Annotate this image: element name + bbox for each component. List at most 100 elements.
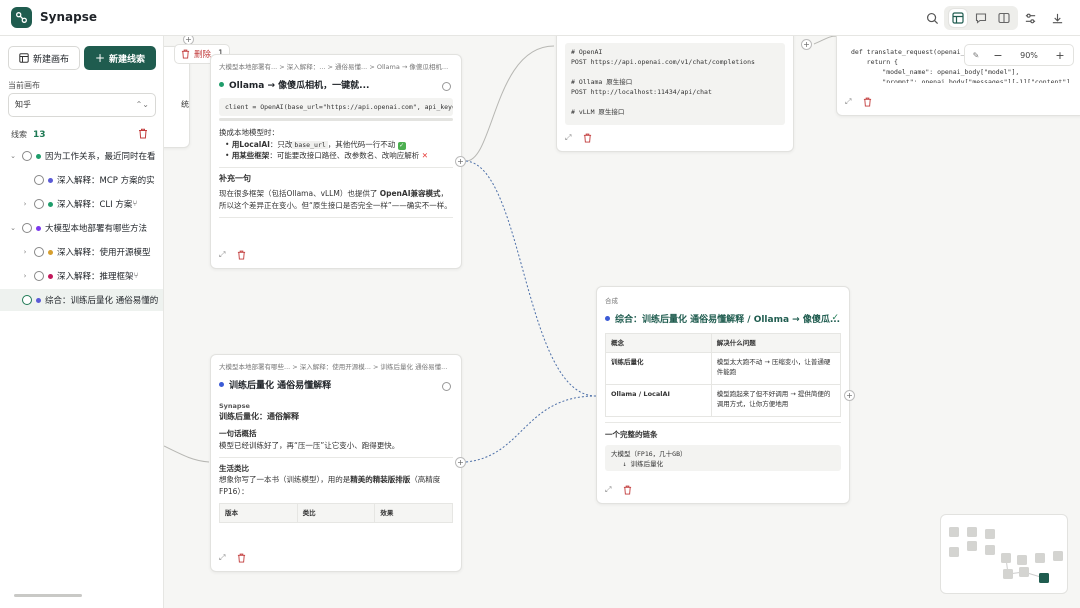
settings-sliders-icon[interactable] bbox=[1021, 9, 1039, 27]
minimap-node bbox=[985, 545, 995, 555]
table-header: 概念 bbox=[605, 332, 712, 354]
trash-icon[interactable] bbox=[237, 250, 246, 262]
split-view-icon[interactable] bbox=[995, 9, 1013, 27]
sidebar-item-label: 深入解释：CLI 方案 bbox=[57, 200, 133, 210]
card-synthesis[interactable]: 合成 综合：训练后量化 通俗易懂解释 / Ollama → 像傻瓜... ✓ 概… bbox=[596, 286, 850, 504]
add-node-button[interactable]: + bbox=[455, 156, 466, 167]
table-header: 版本 bbox=[219, 502, 298, 523]
minimap[interactable] bbox=[940, 514, 1068, 594]
select-circle[interactable] bbox=[22, 151, 32, 161]
select-circle[interactable] bbox=[22, 223, 32, 233]
zoom-in-button[interactable]: + bbox=[1049, 49, 1071, 62]
sidebar-item[interactable]: › 深入解释：使用开源模型 bbox=[0, 241, 163, 263]
divider bbox=[605, 422, 841, 424]
chevron-right-icon[interactable]: › bbox=[20, 272, 30, 280]
app-logo[interactable] bbox=[11, 7, 32, 28]
color-dot bbox=[48, 273, 53, 279]
sidebar-item[interactable]: › 深入解释：CLI 方案 ⑂ bbox=[0, 193, 163, 215]
download-icon[interactable] bbox=[1048, 9, 1066, 27]
minimap-node bbox=[949, 547, 959, 557]
sidebar-item-label: 综合：训练后量化 通俗易懂的 bbox=[45, 296, 159, 306]
sidebar-item[interactable]: 深入解释：MCP 方案的实 bbox=[0, 169, 163, 191]
trash-icon[interactable] bbox=[863, 97, 872, 109]
new-canvas-button[interactable]: 新建画布 bbox=[8, 46, 80, 70]
minimap-node bbox=[1001, 553, 1011, 563]
check-icon[interactable]: ✓ bbox=[831, 313, 839, 323]
zoom-out-button[interactable]: − bbox=[987, 49, 1009, 62]
heading: 训练后量化：通俗解释 bbox=[219, 412, 299, 422]
branch-icon: ⑂ bbox=[132, 199, 138, 209]
add-node-button[interactable]: + bbox=[455, 457, 466, 468]
sidebar-item[interactable]: › 深入解释：推理框架 ⑂ bbox=[0, 265, 163, 287]
new-clue-button[interactable]: + 新建线索 bbox=[84, 46, 156, 70]
supp-text-bold: OpenAI兼容模式 bbox=[379, 189, 441, 199]
chevron-down-icon[interactable]: ⌄ bbox=[8, 224, 18, 232]
table-cell: Ollama / LocalAI bbox=[605, 384, 712, 418]
bullet-1: • 用LocalAI：只改 base_url ，其他代码一行不动 ✓ bbox=[225, 139, 406, 150]
table-cell: 训练后量化 bbox=[605, 352, 712, 386]
life-text-a: 想象你写了一本书（训练模型），用的是 bbox=[219, 475, 351, 485]
select-circle[interactable] bbox=[22, 295, 32, 305]
bullet-2-text: ：可能要改接口路径、改参数名、改响应解析 bbox=[269, 151, 420, 161]
app-name: Synapse bbox=[40, 10, 97, 24]
minimap-node bbox=[949, 527, 959, 537]
expand-icon[interactable]: ⤢ bbox=[219, 250, 225, 262]
minimap-node bbox=[1039, 573, 1049, 583]
color-dot bbox=[36, 225, 41, 231]
select-circle[interactable] bbox=[442, 82, 451, 91]
sidebar-item[interactable]: 综合：训练后量化 通俗易懂的 bbox=[0, 289, 163, 311]
select-circle[interactable] bbox=[34, 175, 44, 185]
sidebar-item[interactable]: ⌄ 因为工作关系，最近同时在看 bbox=[0, 145, 163, 167]
canvas-select[interactable]: 知乎 ⌃⌄ bbox=[8, 93, 156, 117]
magic-wand-icon[interactable]: ✎ bbox=[965, 51, 987, 60]
trash-icon[interactable] bbox=[138, 128, 148, 142]
connector-top bbox=[813, 36, 837, 45]
chevron-down-icon[interactable]: ⌄ bbox=[8, 152, 18, 160]
trash-icon[interactable] bbox=[623, 485, 632, 497]
clue-header: 线索 13 bbox=[11, 129, 46, 140]
minimap-node bbox=[1003, 569, 1013, 579]
share-nodes-icon bbox=[16, 12, 27, 23]
life-text: 想象你写了一本书（训练模型），用的是精美的精装版排版（高精度FP16）： bbox=[219, 474, 453, 497]
concept-table: 概念 解决什么问题 训练后量化 模型太大跑不动 → 压缩变小，让普通硬件能跑 Oll… bbox=[605, 332, 842, 418]
chevron-right-icon[interactable]: › bbox=[20, 248, 30, 256]
select-circle[interactable] bbox=[34, 199, 44, 209]
card-footer: ⤢ bbox=[219, 553, 246, 565]
card-footer: ⤢ bbox=[845, 97, 872, 109]
canvas[interactable]: 统 + 删除 1 大模型本地部署有... > 深入解释：... > 通俗易懂..… bbox=[154, 28, 1080, 608]
bullet-1-text: ：只改 bbox=[269, 139, 293, 149]
code-scrollbar[interactable] bbox=[219, 118, 453, 122]
connector-ollama-synth bbox=[465, 160, 597, 397]
plus-icon: + bbox=[94, 51, 106, 65]
trash-icon[interactable] bbox=[237, 553, 246, 565]
table-row: Ollama / LocalAI 模型跑起来了但不好调用 → 提供简便的调用方式，… bbox=[605, 384, 842, 418]
sidebar-item[interactable]: ⌄ 大模型本地部署有哪些方法 bbox=[0, 217, 163, 239]
breadcrumb: 大模型本地部署有... > 深入解释：... > 通俗易懂... > Ollam… bbox=[219, 63, 449, 71]
search-icon[interactable] bbox=[923, 9, 941, 27]
expand-icon[interactable]: ⤢ bbox=[605, 485, 611, 497]
canvas-view-icon[interactable] bbox=[949, 9, 967, 27]
card-ollama[interactable]: 大模型本地部署有... > 深入解释：... > 通俗易懂... > Ollam… bbox=[210, 54, 462, 269]
select-circle[interactable] bbox=[442, 382, 451, 391]
add-node-button[interactable]: + bbox=[801, 39, 812, 50]
expand-icon[interactable]: ⤢ bbox=[845, 97, 851, 109]
add-node-button[interactable]: + bbox=[844, 390, 855, 401]
view-switcher bbox=[944, 6, 1018, 30]
select-circle[interactable] bbox=[34, 247, 44, 257]
horizontal-scrollbar[interactable] bbox=[14, 594, 82, 597]
card-translate-code[interactable]: def translate_request(openai_bod return … bbox=[836, 28, 1080, 116]
branch-icon: ⑂ bbox=[133, 271, 139, 281]
card-quantization[interactable]: 大模型本地部署有哪些... > 深入解释：使用开源模... > 训练后量化 通俗… bbox=[210, 354, 462, 572]
divider bbox=[219, 456, 453, 458]
trash-icon[interactable] bbox=[583, 133, 592, 145]
chevron-right-icon[interactable]: › bbox=[20, 200, 30, 208]
select-circle[interactable] bbox=[34, 271, 44, 281]
chat-view-icon[interactable] bbox=[972, 9, 990, 27]
card-openai-code[interactable]: # OpenAI POST https://api.openai.com/v1/… bbox=[556, 28, 794, 152]
supp-title: 补充一句 bbox=[219, 173, 251, 183]
card-footer: ⤢ bbox=[605, 485, 632, 497]
delete-label: 删除 bbox=[194, 50, 212, 60]
bullet-1-text-2: ，其他代码一行不动 bbox=[327, 139, 396, 149]
expand-icon[interactable]: ⤢ bbox=[219, 553, 225, 565]
expand-icon[interactable]: ⤢ bbox=[565, 133, 571, 145]
